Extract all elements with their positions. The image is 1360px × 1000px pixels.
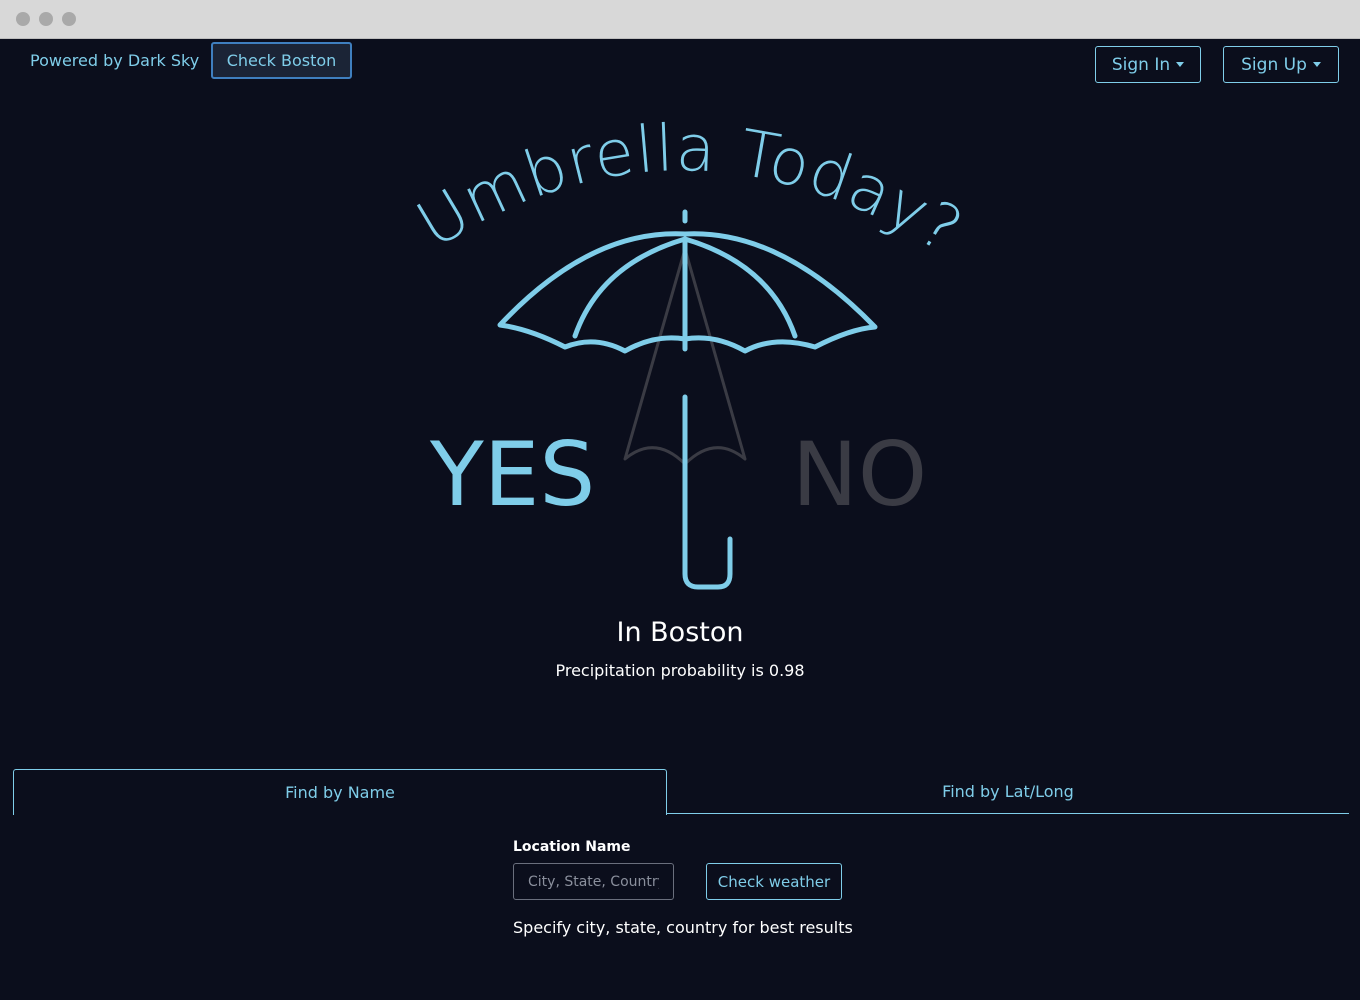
city-heading: In Boston <box>616 617 744 648</box>
location-hint: Specify city, state, country for best re… <box>513 918 853 937</box>
sign-in-dropdown[interactable]: Sign In <box>1095 46 1201 83</box>
location-name-label: Location Name <box>513 839 631 855</box>
powered-by-link[interactable]: Powered by Dark Sky <box>30 51 199 70</box>
sign-up-label: Sign Up <box>1241 54 1307 75</box>
check-weather-button[interactable]: Check weather <box>706 863 842 900</box>
precipitation-text: Precipitation probability is 0.98 <box>555 661 805 680</box>
sign-up-dropdown[interactable]: Sign Up <box>1223 46 1339 83</box>
caret-down-icon <box>1312 62 1321 67</box>
sign-in-label: Sign In <box>1111 54 1171 75</box>
location-input[interactable] <box>513 863 674 900</box>
yes-label: YES <box>429 423 595 526</box>
close-window-dot[interactable] <box>16 12 30 26</box>
search-tabs: Find by Name Find by Lat/Long <box>13 769 1349 815</box>
umbrella-today-logo: Umbrella Today? YES NO <box>405 112 975 590</box>
minimize-window-dot[interactable] <box>39 12 53 26</box>
tab-find-by-name[interactable]: Find by Name <box>13 769 667 815</box>
caret-down-icon <box>1176 62 1185 67</box>
logo-title: Umbrella Today? <box>405 112 975 269</box>
no-label: NO <box>792 423 927 526</box>
page: Powered by Dark Sky Check Boston Sign In… <box>0 39 1360 1000</box>
maximize-window-dot[interactable] <box>62 12 76 26</box>
window-titlebar <box>0 0 1360 39</box>
tab-find-by-latlong[interactable]: Find by Lat/Long <box>667 769 1349 814</box>
check-boston-button[interactable]: Check Boston <box>211 42 352 79</box>
logo-title-path: Umbrella Today? <box>405 112 974 269</box>
umbrella-icon <box>497 209 878 590</box>
